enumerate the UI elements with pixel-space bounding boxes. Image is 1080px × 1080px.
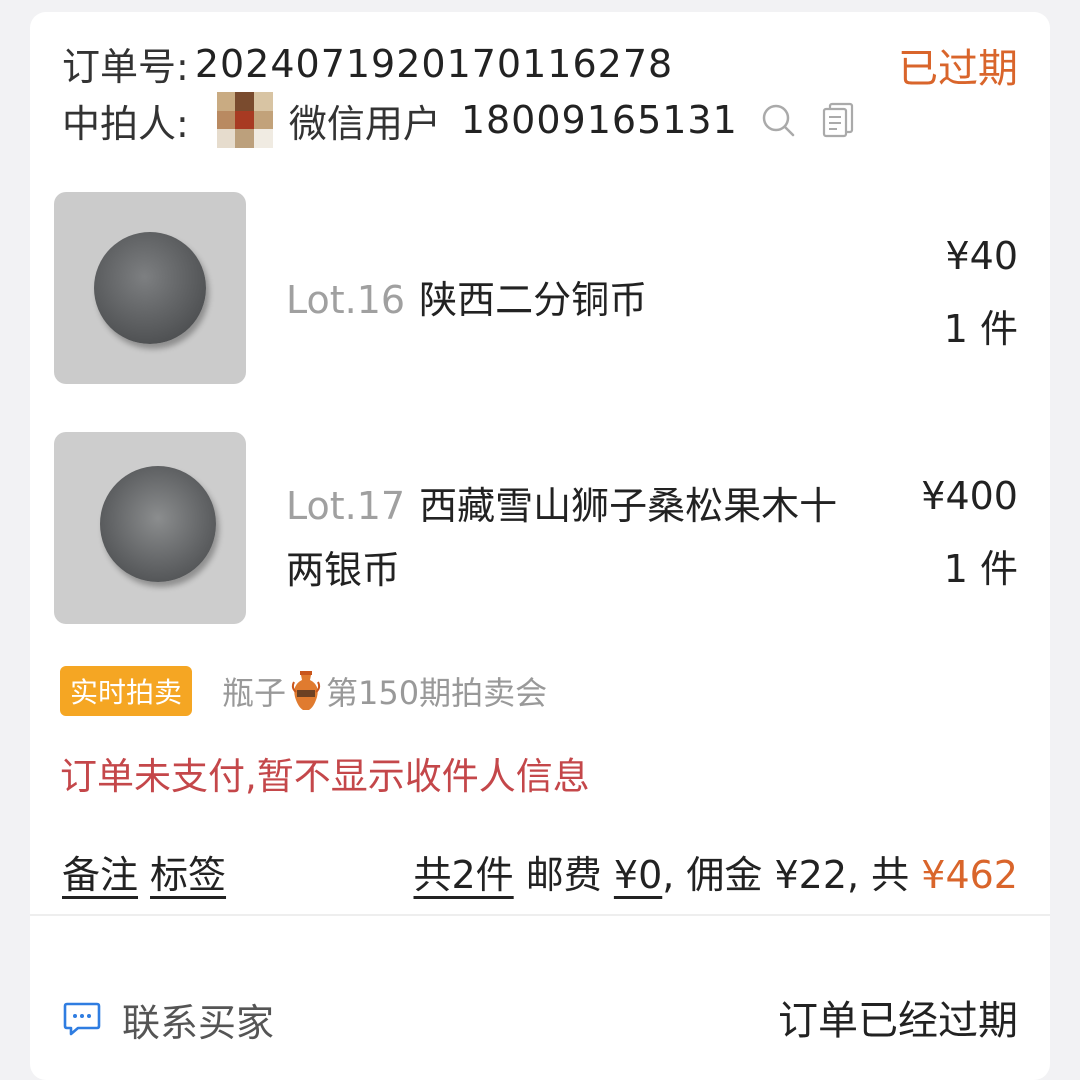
search-icon[interactable]: [758, 100, 798, 140]
order-summary: 共2件 邮费 ¥0, 佣金 ¥22, 共 ¥462: [414, 844, 1019, 899]
divider: [30, 914, 1050, 916]
contact-buyer-button[interactable]: 联系买家: [62, 992, 274, 1047]
chat-icon: [62, 998, 102, 1042]
shipping-fee[interactable]: ¥0: [614, 853, 662, 897]
auction-type-badge: 实时拍卖: [60, 666, 193, 716]
vase-icon: [290, 670, 322, 712]
commission-text: , 佣金 ¥22, 共: [662, 853, 910, 897]
order-status: 已过期: [898, 46, 1018, 92]
session-prefix: 瓶子: [222, 674, 287, 712]
remark-link[interactable]: 备注: [62, 844, 138, 899]
order-number-label: 订单号:: [62, 45, 189, 89]
item-thumbnail[interactable]: [54, 432, 246, 624]
item-price: ¥40: [945, 234, 1018, 278]
order-actions: 备注 标签: [62, 844, 226, 899]
copy-icon[interactable]: [818, 100, 858, 140]
order-number[interactable]: 2024071920170116278: [195, 42, 673, 86]
auction-session[interactable]: 瓶子 第150期拍卖会: [222, 668, 547, 714]
item-price: ¥400: [921, 474, 1018, 518]
session-name: 第150期拍卖会: [326, 674, 548, 712]
buyer-row: 中拍人: 微信用户 18009165131: [62, 92, 858, 148]
item-name: 西藏雪山狮子桑松果木十: [419, 484, 838, 528]
item-title: Lot.16 陕西二分铜币: [286, 268, 846, 332]
avatar: [216, 92, 273, 148]
item-title: Lot.17 西藏雪山狮子桑松果木十 两银币: [286, 474, 906, 602]
buyer-nickname: 微信用户: [288, 101, 441, 146]
shipping-label: 邮费: [525, 853, 602, 897]
order-total: ¥462: [921, 853, 1018, 897]
item-lot: Lot.16: [286, 278, 406, 322]
item-quantity: 1 件: [943, 547, 1018, 591]
order-card: 订单号: 2024071920170116278 已过期 中拍人: 微信用户 1…: [30, 12, 1050, 1080]
buyer-label: 中拍人:: [62, 101, 189, 146]
item-lot: Lot.17: [286, 484, 406, 528]
tags-link[interactable]: 标签: [150, 844, 226, 899]
item-thumbnail[interactable]: [54, 192, 246, 384]
order-number-row: 订单号: 2024071920170116278: [62, 36, 673, 91]
item-quantity: 1 件: [943, 307, 1018, 351]
buyer-phone[interactable]: 18009165131: [461, 98, 738, 142]
unpaid-warning: 订单未支付,暂不显示收件人信息: [60, 755, 590, 798]
item-name: 陕西二分铜币: [419, 278, 648, 322]
item-name-line2: 两银币: [286, 548, 401, 592]
order-expired-status: 订单已经过期: [778, 998, 1018, 1044]
contact-buyer-label: 联系买家: [122, 1001, 275, 1045]
item-count[interactable]: 共2件: [414, 853, 514, 897]
